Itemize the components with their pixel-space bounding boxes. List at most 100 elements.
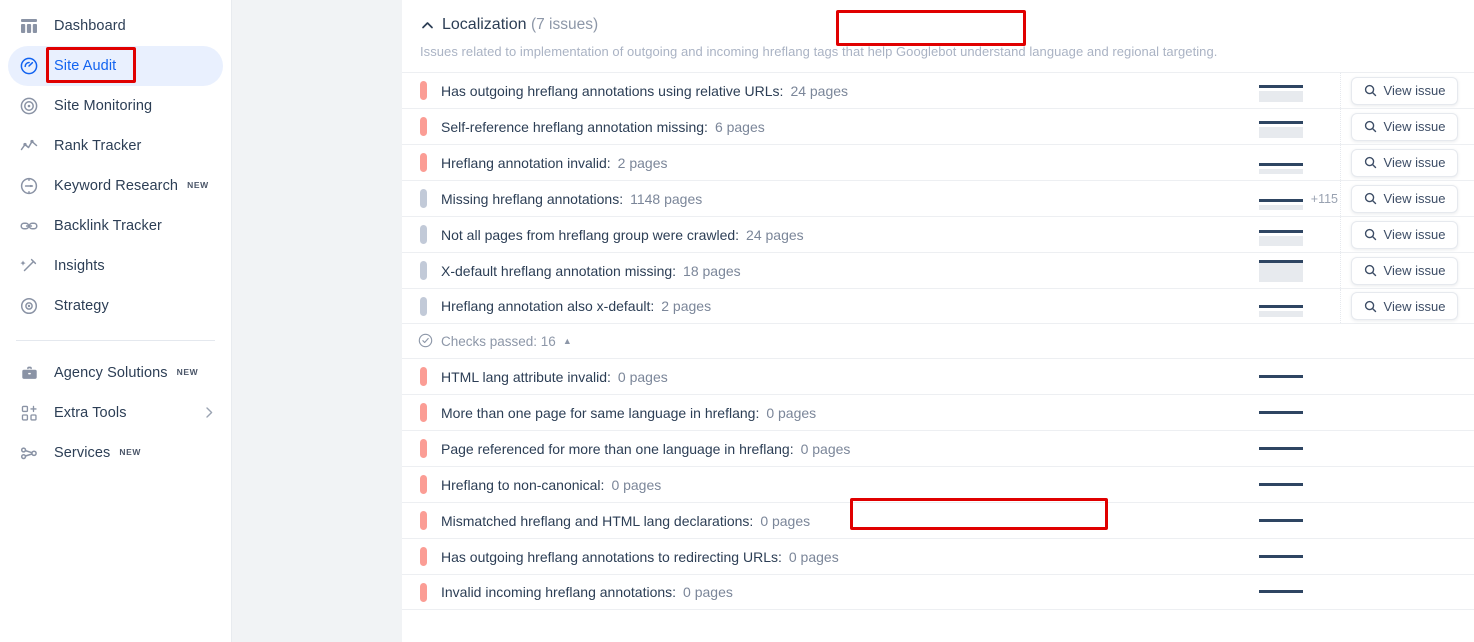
issue-row[interactable]: Has outgoing hreflang annotations using … — [402, 72, 1474, 108]
sparkline-cell — [1222, 366, 1340, 388]
checks-passed-toggle[interactable]: Checks passed: 16 ▲ — [402, 324, 1474, 358]
sidebar-item-label: Site Monitoring — [54, 98, 153, 114]
issue-count: 2 pages — [617, 154, 668, 171]
services-icon — [18, 442, 40, 464]
severity-indicator-critical — [420, 81, 427, 100]
view-issue-label: View issue — [1383, 155, 1446, 170]
row-right-group — [1222, 431, 1468, 466]
view-issue-button[interactable]: View issue — [1350, 184, 1459, 213]
search-icon — [1364, 120, 1377, 133]
issue-row[interactable]: Has outgoing hreflang annotations to red… — [402, 538, 1474, 574]
sidebar-item-label: Backlink Tracker — [54, 218, 162, 234]
row-right-group: +115 View issue — [1222, 181, 1468, 216]
sparkline — [1259, 546, 1303, 568]
site-monitoring-icon — [18, 95, 40, 117]
sidebar-item-strategy[interactable]: Strategy — [8, 286, 223, 326]
sidebar-item-label: Keyword Research — [54, 178, 179, 194]
sidebar-item-label: Agency Solutions — [54, 365, 168, 381]
strategy-icon — [18, 295, 40, 317]
issue-label: Has outgoing hreflang annotations using … — [441, 82, 784, 99]
view-issue-button[interactable]: View issue — [1350, 76, 1459, 105]
severity-indicator-critical — [420, 582, 427, 602]
sparkline — [1259, 80, 1303, 102]
caret-up-small-icon[interactable]: ▲ — [563, 336, 572, 346]
sidebar-item-label: Dashboard — [54, 18, 126, 34]
issue-row[interactable]: Missing hreflang annotations: 1148 pages +… — [402, 180, 1474, 216]
severity-indicator-critical — [420, 367, 427, 386]
row-right-group: View issue — [1222, 217, 1468, 252]
issue-row[interactable]: Page referenced for more than one langua… — [402, 430, 1474, 466]
sidebar-item-extra-tools[interactable]: Extra Tools — [8, 393, 223, 433]
issue-row[interactable]: More than one page for same language in … — [402, 394, 1474, 430]
sparkline-cell — [1222, 152, 1340, 174]
row-right-group — [1222, 503, 1468, 538]
sparkline — [1259, 188, 1303, 210]
sidebar-item-site-audit[interactable]: Site Audit — [8, 46, 223, 86]
sidebar-item-agency-solutions[interactable]: Agency Solutions NEW — [8, 353, 223, 393]
sparkline-cell — [1222, 581, 1340, 603]
issue-row[interactable]: Invalid incoming hreflang annotations: 0 … — [402, 574, 1474, 610]
view-issue-button[interactable]: View issue — [1350, 292, 1459, 320]
sidebar-item-keyword-research[interactable]: Keyword Research NEW — [8, 166, 223, 206]
issue-label: Page referenced for more than one langua… — [441, 440, 794, 457]
row-right-group: View issue — [1222, 289, 1468, 323]
issue-count: 2 pages — [661, 298, 712, 314]
sidebar-item-dashboard[interactable]: Dashboard — [8, 6, 223, 46]
action-cell-empty — [1340, 575, 1468, 609]
main-content: Localization (7 issues) Issues related t… — [402, 0, 1474, 642]
caret-up-icon[interactable] — [420, 18, 434, 32]
severity-indicator-critical — [420, 403, 427, 422]
extra-tools-icon — [18, 402, 40, 424]
sparkline-cell — [1222, 510, 1340, 532]
sidebar-item-site-monitoring[interactable]: Site Monitoring — [8, 86, 223, 126]
issue-row[interactable]: Hreflang annotation also x-default: 2 pag… — [402, 288, 1474, 324]
sidebar-primary-nav: Dashboard Site Audit Site Monitoring Rank T… — [0, 6, 231, 326]
issue-count: 0 pages — [760, 512, 811, 529]
sidebar-item-label: Site Audit — [54, 58, 117, 74]
keyword-research-icon — [18, 175, 40, 197]
sparkline — [1259, 510, 1303, 532]
view-issue-button[interactable]: View issue — [1350, 148, 1459, 177]
issue-count: 0 pages — [800, 440, 851, 457]
row-right-group: View issue — [1222, 145, 1468, 180]
row-right-group — [1222, 539, 1468, 574]
sidebar-item-insights[interactable]: Insights — [8, 246, 223, 286]
view-issue-label: View issue — [1383, 83, 1446, 98]
chevron-right-icon[interactable] — [206, 406, 213, 420]
view-issue-button[interactable]: View issue — [1350, 112, 1459, 141]
severity-indicator-warning — [420, 225, 427, 244]
issue-row[interactable]: X-default hreflang annotation missing: 18… — [402, 252, 1474, 288]
sidebar-item-services[interactable]: Services NEW — [8, 433, 223, 473]
severity-indicator-warning — [420, 261, 427, 280]
view-issue-label: View issue — [1383, 119, 1446, 134]
row-right-group — [1222, 395, 1468, 430]
app-root: Dashboard Site Audit Site Monitoring Rank T… — [0, 0, 1474, 642]
section-header[interactable]: Localization (7 issues) — [402, 0, 1474, 34]
trend-delta: +115 — [1310, 191, 1338, 206]
sidebar: Dashboard Site Audit Site Monitoring Rank T… — [0, 0, 232, 642]
issue-row[interactable]: Not all pages from hreflang group were c… — [402, 216, 1474, 252]
new-badge: NEW — [119, 447, 142, 457]
issue-row[interactable]: Self-reference hreflang annotation missi… — [402, 108, 1474, 144]
sidebar-item-backlink-tracker[interactable]: Backlink Tracker — [8, 206, 223, 246]
issue-row[interactable]: Hreflang to non-canonical: 0 pages — [402, 466, 1474, 502]
sparkline — [1259, 366, 1303, 388]
sidebar-item-label: Services — [54, 445, 111, 461]
view-issue-button[interactable]: View issue — [1350, 256, 1459, 285]
issue-count: 0 pages — [617, 368, 668, 385]
issue-label: Hreflang annotation invalid: — [441, 154, 611, 171]
issue-row[interactable]: Mismatched hreflang and HTML lang declar… — [402, 502, 1474, 538]
view-issue-button[interactable]: View issue — [1350, 220, 1459, 249]
action-cell: View issue — [1340, 145, 1468, 180]
search-icon — [1364, 192, 1377, 205]
issue-label: X-default hreflang annotation missing: — [441, 262, 677, 279]
issue-count: 0 pages — [611, 476, 662, 493]
search-icon — [1364, 84, 1377, 97]
sidebar-item-rank-tracker[interactable]: Rank Tracker — [8, 126, 223, 166]
issue-count: 6 pages — [714, 118, 765, 135]
issue-row[interactable]: HTML lang attribute invalid: 0 pages — [402, 358, 1474, 394]
severity-indicator-critical — [420, 439, 427, 458]
issue-row[interactable]: Hreflang annotation invalid: 2 pages View … — [402, 144, 1474, 180]
backlink-tracker-icon — [18, 215, 40, 237]
view-issue-label: View issue — [1383, 191, 1446, 206]
